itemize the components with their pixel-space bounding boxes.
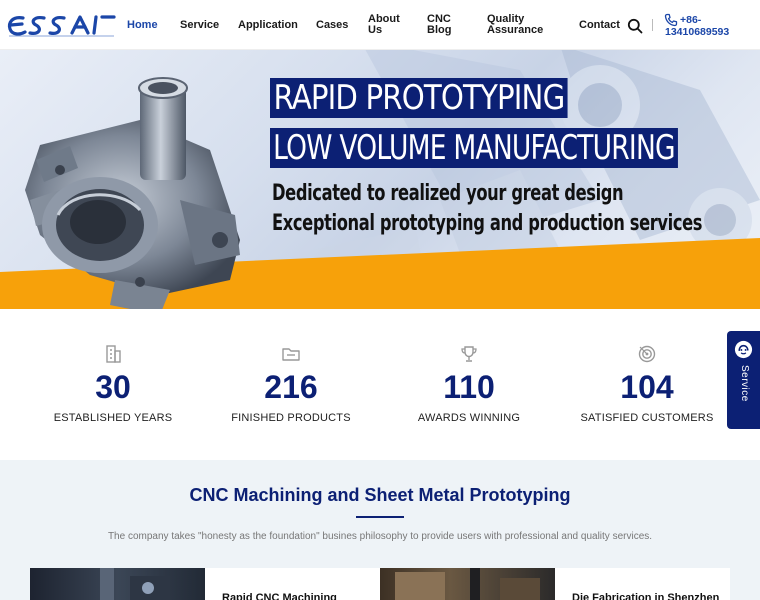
- service-tab-label: Service: [739, 365, 750, 402]
- stat-finished-products: 216 FINISHED PRODUCTS: [202, 344, 380, 425]
- card-image-die-graphic: [395, 568, 540, 600]
- card-cnc[interactable]: Rapid CNC Machining: [205, 568, 380, 600]
- card-image-cnc-graphic: [100, 568, 170, 600]
- card-title: Die Fabrication in Shenzhen: [572, 592, 720, 600]
- hero-subheadline-1: Dedicated to realized your great design: [272, 181, 624, 206]
- stat-label: SATISFIED CUSTOMERS: [580, 412, 714, 424]
- nav-home[interactable]: Home: [127, 20, 158, 31]
- nav-quality-assurance[interactable]: Quality Assurance: [487, 14, 543, 36]
- hero-headline-2: LOW VOLUME MANUFACTURING: [270, 128, 678, 168]
- nav-application[interactable]: Application: [238, 20, 298, 31]
- target-icon: [638, 345, 656, 363]
- nav-cnc-blog[interactable]: CNC Blog: [427, 14, 457, 36]
- card-die-fabrication[interactable]: Die Fabrication in Shenzhen: [555, 568, 730, 600]
- page: Home Service Application Cases About Us …: [0, 0, 760, 600]
- nav-cases[interactable]: Cases: [316, 20, 348, 31]
- phone-number[interactable]: +86- 13410689593: [665, 14, 745, 38]
- hero-headline-1: RAPID PROTOTYPING: [270, 78, 568, 118]
- phone-line-2: 13410689593: [665, 26, 730, 38]
- cnc-section: CNC Machining and Sheet Metal Prototypin…: [0, 460, 760, 600]
- logo[interactable]: [6, 11, 116, 39]
- stat-established-years: 30 ESTABLISHED YEARS: [24, 344, 202, 425]
- stat-value: 216: [264, 369, 318, 405]
- stat-awards-winning: 110 AWARDS WINNING: [380, 344, 558, 425]
- hero-subheadline-2: Exceptional prototyping and production s…: [272, 211, 703, 236]
- header-separator: [652, 19, 653, 31]
- nav-service[interactable]: Service: [180, 20, 219, 31]
- nav-about-us[interactable]: About Us: [368, 14, 404, 36]
- folder-icon: [282, 348, 300, 361]
- section-divider: [356, 516, 404, 518]
- stat-value: 104: [620, 369, 674, 405]
- phone-line-1: +86-: [680, 14, 702, 26]
- stat-label: ESTABLISHED YEARS: [53, 412, 173, 424]
- search-icon[interactable]: [627, 18, 643, 34]
- service-chat-tab[interactable]: Service: [727, 331, 760, 429]
- hero-banner[interactable]: RAPID PROTOTYPING LOW VOLUME MANUFACTURI…: [0, 50, 760, 309]
- chat-icon: [734, 340, 753, 359]
- stat-label: AWARDS WINNING: [417, 412, 521, 424]
- nav-contact[interactable]: Contact: [579, 20, 620, 31]
- building-icon: [106, 345, 121, 363]
- stats-section: 30 ESTABLISHED YEARS 216 FINISHED PRODUC…: [0, 309, 760, 460]
- section-title: CNC Machining and Sheet Metal Prototypin…: [189, 485, 571, 505]
- site-header: Home Service Application Cases About Us …: [0, 0, 760, 50]
- trophy-icon: [461, 346, 477, 362]
- stat-satisfied-customers: 104 SATISFIED CUSTOMERS: [558, 344, 736, 425]
- stat-label: FINISHED PRODUCTS: [231, 412, 351, 424]
- stat-value: 30: [95, 369, 131, 405]
- card-title: Rapid CNC Machining: [222, 592, 337, 600]
- stat-value: 110: [443, 369, 495, 405]
- card-image-die[interactable]: [380, 568, 555, 600]
- card-image-cnc[interactable]: [30, 568, 205, 600]
- section-description: The company takes "honesty as the founda…: [107, 531, 653, 542]
